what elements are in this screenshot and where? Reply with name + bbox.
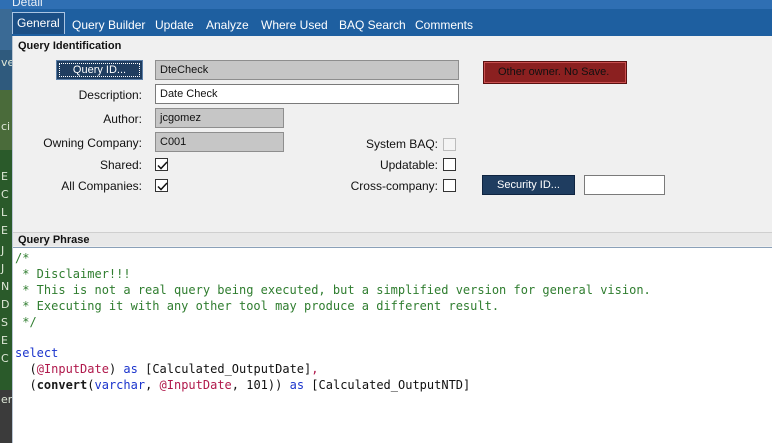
- strip-text: er: [1, 393, 13, 406]
- window-title: Detail: [12, 0, 43, 9]
- strip-text: L: [1, 206, 8, 219]
- tab-where-used[interactable]: Where Used: [261, 14, 328, 36]
- code-line-output-ntd: (convert(varchar, @InputDate, 101)) as […: [15, 377, 470, 393]
- strip-text: C: [1, 352, 9, 365]
- code-comment-line: * Disclaimer!!!: [15, 267, 131, 281]
- code-token: (: [15, 378, 37, 392]
- security-id-field[interactable]: [584, 175, 665, 195]
- query-id-field[interactable]: DteCheck: [155, 60, 459, 80]
- code-token-variable: @InputDate: [36, 362, 109, 376]
- all-companies-checkbox[interactable]: [155, 179, 168, 192]
- code-token: (: [15, 362, 37, 376]
- code-token: (: [87, 378, 95, 392]
- code-token-keyword: varchar: [94, 378, 146, 392]
- tab-comments[interactable]: Comments: [415, 14, 473, 36]
- cross-company-label: Cross-company:: [350, 179, 438, 193]
- updatable-label: Updatable:: [379, 158, 438, 172]
- general-panel: Query Identification Query ID... DteChec…: [12, 36, 772, 443]
- strip-text: J: [1, 244, 5, 257]
- strip-text: C: [1, 188, 9, 201]
- code-token: [Calculated_OutputDate]: [145, 362, 312, 376]
- code-token-number: 101: [246, 378, 268, 392]
- tab-baq-search[interactable]: BAQ Search: [339, 14, 406, 36]
- code-token: ,: [231, 378, 247, 392]
- code-token: ,: [145, 378, 160, 392]
- cross-company-checkbox[interactable]: [443, 179, 456, 192]
- strip-text: E: [1, 224, 8, 237]
- strip-text: ci: [1, 120, 11, 133]
- tab-strip: General Query Builder Update Analyze Whe…: [12, 9, 772, 36]
- code-token: )): [267, 378, 283, 392]
- owning-company-field[interactable]: C001: [155, 132, 284, 152]
- tab-update[interactable]: Update: [155, 14, 194, 36]
- system-baq-checkbox[interactable]: [443, 138, 456, 151]
- query-phrase-title: Query Phrase: [18, 234, 90, 246]
- description-label: Description:: [78, 88, 142, 102]
- all-companies-label: All Companies:: [61, 179, 142, 193]
- owner-warning-badge: Other owner. No Save.: [483, 61, 627, 84]
- strip-text: N: [1, 280, 10, 293]
- author-field[interactable]: jcgomez: [155, 108, 284, 128]
- system-baq-label: System BAQ:: [365, 137, 438, 151]
- query-phrase-header: [13, 232, 772, 246]
- author-label: Author:: [103, 112, 142, 126]
- strip-text: J: [1, 262, 5, 275]
- strip-text: E: [1, 334, 8, 347]
- query-identification-title: Query Identification: [18, 40, 122, 52]
- checkmark-icon: [157, 182, 168, 191]
- tab-general[interactable]: General: [12, 12, 65, 34]
- security-id-button[interactable]: Security ID...: [482, 175, 575, 195]
- shared-checkbox[interactable]: [155, 158, 168, 171]
- tab-analyze[interactable]: Analyze: [206, 14, 249, 36]
- strip-text: S: [1, 316, 8, 329]
- code-token: ,: [311, 362, 319, 376]
- strip-text: E: [1, 170, 8, 183]
- code-keyword-select: select: [15, 346, 59, 360]
- code-line-output-date: (@InputDate) as [Calculated_OutputDate],: [15, 361, 319, 377]
- code-token: [Calculated_OutputNTD]: [311, 378, 471, 392]
- strip-text: D: [1, 298, 10, 311]
- code-comment-line: */: [15, 315, 37, 329]
- code-token-keyword: as: [289, 378, 305, 392]
- updatable-checkbox[interactable]: [443, 158, 456, 171]
- description-field[interactable]: Date Check: [155, 84, 459, 104]
- code-comment-line: * Executing it with any other tool may p…: [15, 299, 500, 313]
- checkmark-icon: [157, 161, 168, 170]
- code-comment-line: * This is not a real query being execute…: [15, 283, 651, 297]
- shared-label: Shared:: [99, 158, 142, 172]
- owning-company-label: Owning Company:: [43, 136, 142, 150]
- code-token-keyword: as: [123, 362, 138, 376]
- query-phrase-editor[interactable]: /* * Disclaimer!!! * This is not a real …: [13, 247, 772, 443]
- query-id-button[interactable]: Query ID...: [56, 60, 143, 80]
- code-token: ): [108, 362, 117, 376]
- background-window-strip: ve ci E C L E J J N D S E C er: [0, 0, 14, 443]
- code-token-function: convert: [36, 378, 88, 392]
- tab-query-builder[interactable]: Query Builder: [72, 14, 145, 36]
- code-token-variable: @InputDate: [159, 378, 232, 392]
- window-titlebar: Detail: [0, 0, 772, 9]
- code-comment-line: /*: [15, 251, 30, 265]
